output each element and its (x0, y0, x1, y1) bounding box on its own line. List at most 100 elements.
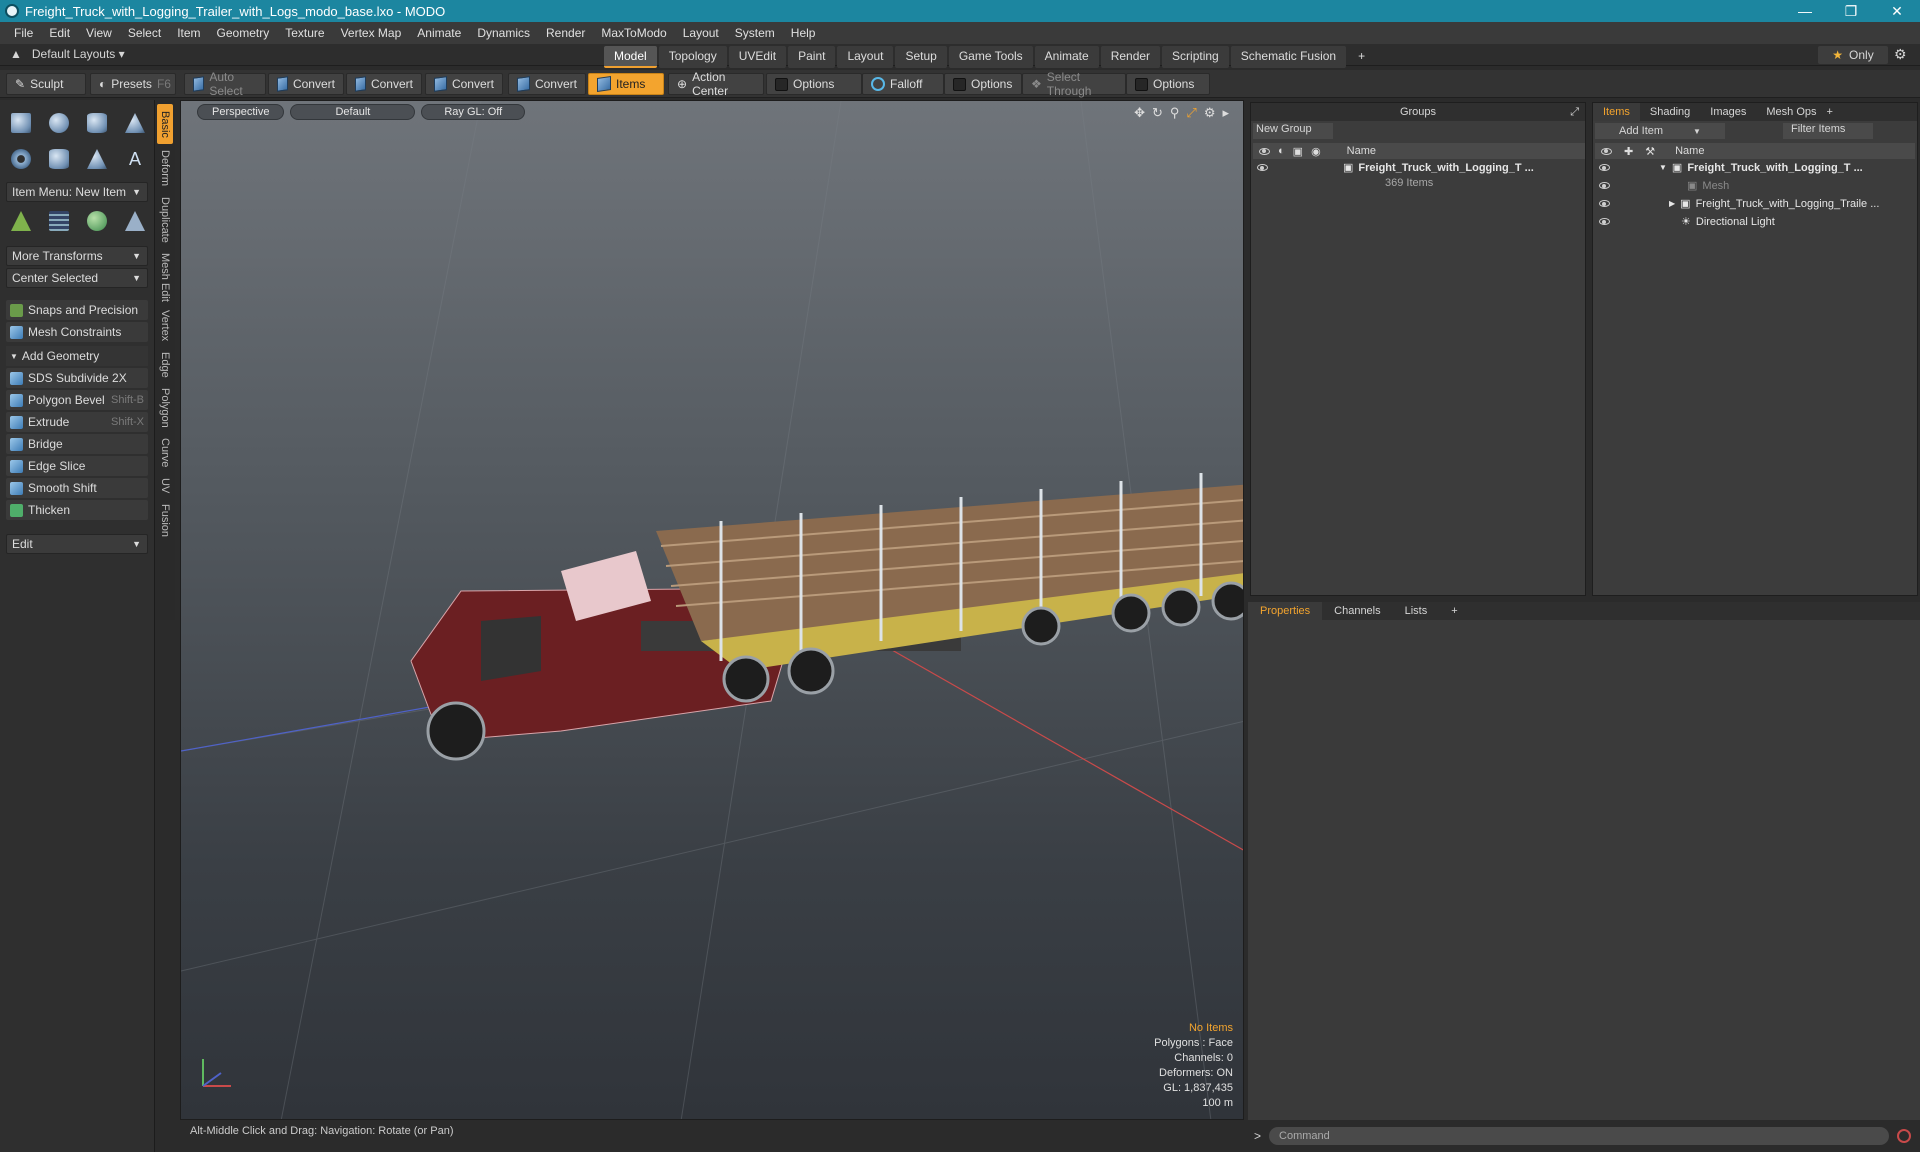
edit-dropdown[interactable]: Edit ▼ (6, 534, 148, 554)
convert-button-2[interactable]: Convert (346, 73, 422, 95)
minimize-button[interactable]: — (1782, 0, 1828, 22)
checkbox[interactable] (775, 77, 788, 91)
menu-item[interactable]: Item (169, 26, 208, 40)
tab-paint[interactable]: Paint (788, 46, 836, 68)
item-row-scene[interactable]: ▼ ▣ Freight_Truck_with_Logging_T ... (1599, 161, 1915, 174)
checkbox[interactable] (953, 77, 966, 91)
menu-layout[interactable]: Layout (675, 26, 727, 40)
fit-icon[interactable]: ⤢ (1186, 105, 1196, 121)
tab-shading[interactable]: Shading (1640, 106, 1700, 118)
convert-button-3[interactable]: Convert (425, 73, 503, 95)
shading-default-button[interactable]: Default (290, 104, 416, 120)
3d-viewport[interactable]: Perspective Default Ray GL: Off ✥ ↻ ⚲ ⤢ … (180, 100, 1244, 1120)
menu-texture[interactable]: Texture (277, 26, 332, 40)
center-selected-dropdown[interactable]: Center Selected ▼ (6, 268, 148, 288)
bridge-button[interactable]: Bridge (6, 434, 148, 454)
text-tool-icon[interactable]: A (120, 144, 150, 174)
falloff-options-button[interactable]: Options (944, 73, 1022, 95)
thicken-button[interactable]: Thicken (6, 500, 148, 520)
restore-button[interactable]: ❐ (1828, 0, 1874, 22)
tab-game-tools[interactable]: Game Tools (948, 46, 1033, 68)
polygon-bevel-button[interactable]: Polygon Bevel Shift-B (6, 390, 148, 410)
tab-fusion[interactable]: Fusion (157, 500, 173, 542)
smooth-shift-button[interactable]: Smooth Shift (6, 478, 148, 498)
sculpt-button[interactable]: ✎ Sculpt (6, 73, 86, 95)
menu-help[interactable]: Help (783, 26, 824, 40)
select-through-button[interactable]: ❖ Select Through (1022, 70, 1126, 98)
tab-properties[interactable]: Properties (1248, 602, 1323, 620)
new-group-button[interactable]: New Group (1253, 123, 1333, 139)
tab-uv[interactable]: UV (157, 474, 173, 498)
record-icon[interactable] (1897, 1129, 1912, 1143)
add-tab-icon[interactable]: + (1348, 46, 1375, 68)
item-row-truck[interactable]: ▶ ▣ Freight_Truck_with_Logging_Traile ..… (1599, 197, 1915, 210)
add-item-button[interactable]: Add Item ▼ (1595, 123, 1725, 139)
tab-deform[interactable]: Deform (157, 146, 173, 190)
tube-primitive-icon[interactable] (44, 144, 74, 174)
tab-layout[interactable]: Layout (837, 46, 894, 68)
menu-render[interactable]: Render (538, 26, 593, 40)
close-button[interactable]: ✕ (1874, 0, 1920, 22)
menu-file[interactable]: File (6, 26, 41, 40)
action-center-options-button[interactable]: Options (766, 73, 862, 95)
filter-items-input[interactable]: Filter Items (1783, 123, 1873, 139)
raygl-button[interactable]: Ray GL: Off (421, 104, 526, 120)
items-mode-button[interactable]: Items (588, 73, 664, 95)
group-row[interactable]: ▣ Freight_Truck_with_Logging_T ... (1257, 161, 1577, 174)
only-button[interactable]: ★ Only (1818, 46, 1888, 64)
default-layouts-dropdown[interactable]: Default Layouts ▾ (32, 47, 125, 61)
item-menu-dropdown[interactable]: Item Menu: New Item ▼ (6, 182, 148, 202)
expand-icon[interactable]: ⤢ (1570, 106, 1579, 119)
menu-dynamics[interactable]: Dynamics (469, 26, 538, 40)
tab-topology[interactable]: Topology (658, 46, 727, 68)
add-tab-icon[interactable]: + (1827, 106, 1833, 118)
tab-setup[interactable]: Setup (895, 46, 947, 68)
item-row-light[interactable]: ☀ Directional Light (1599, 215, 1915, 228)
visibility-icon[interactable] (1599, 182, 1610, 189)
tab-mesh-edit[interactable]: Mesh Edit (157, 250, 173, 304)
tab-render[interactable]: Render (1100, 46, 1161, 68)
tab-curve[interactable]: Curve (157, 434, 173, 472)
tab-polygon[interactable]: Polygon (157, 384, 173, 432)
tab-animate[interactable]: Animate (1034, 46, 1099, 68)
mesh-constraints-button[interactable]: Mesh Constraints (6, 322, 148, 342)
action-center-button[interactable]: ⊕ Action Center (668, 70, 764, 98)
checkbox[interactable] (1135, 77, 1148, 91)
tab-model[interactable]: Model (604, 46, 657, 68)
visibility-icon[interactable] (1257, 164, 1268, 171)
rotate-icon[interactable]: ↻ (1152, 105, 1163, 121)
menu-system[interactable]: System (727, 26, 783, 40)
menu-select[interactable]: Select (120, 26, 169, 40)
menu-edit[interactable]: Edit (41, 26, 78, 40)
tab-mesh-ops[interactable]: Mesh Ops (1756, 106, 1826, 118)
add-tab-icon[interactable]: + (1439, 605, 1469, 617)
visibility-icon[interactable] (1599, 218, 1610, 225)
transform-icon[interactable] (6, 206, 36, 236)
tab-duplicate[interactable]: Duplicate (157, 192, 173, 248)
cone-primitive-icon[interactable] (120, 108, 150, 138)
tab-lists[interactable]: Lists (1393, 605, 1440, 617)
tab-basic[interactable]: Basic (157, 104, 173, 144)
menu-vertex-map[interactable]: Vertex Map (333, 26, 410, 40)
upload-icon[interactable]: ▲ (10, 47, 22, 61)
falloff-button[interactable]: Falloff (862, 73, 944, 95)
cube-primitive-icon[interactable] (6, 108, 36, 138)
tab-schematic-fusion[interactable]: Schematic Fusion (1230, 46, 1347, 68)
sds-subdivide-button[interactable]: SDS Subdivide 2X (6, 368, 148, 388)
tab-scripting[interactable]: Scripting (1162, 46, 1229, 68)
pyramid-icon[interactable] (120, 206, 150, 236)
convert-button-1[interactable]: Convert (268, 73, 344, 95)
add-geometry-header[interactable]: ▼ Add Geometry (6, 346, 148, 366)
edge-slice-button[interactable]: Edge Slice (6, 456, 148, 476)
viewport-gear-icon[interactable]: ⚙ (1204, 105, 1216, 121)
gear-icon[interactable]: ⚙ (1894, 46, 1907, 63)
zoom-icon[interactable]: ⚲ (1170, 105, 1180, 121)
torus-primitive-icon[interactable] (6, 144, 36, 174)
pan-icon[interactable]: ✥ (1134, 105, 1145, 121)
menu-animate[interactable]: Animate (409, 26, 469, 40)
tab-items[interactable]: Items (1593, 103, 1640, 121)
extrude-button[interactable]: Extrude Shift-X (6, 412, 148, 432)
visibility-icon[interactable] (1599, 200, 1610, 207)
expand-arrow-icon[interactable]: ▶ (1669, 199, 1675, 208)
tab-vertex[interactable]: Vertex (157, 306, 173, 346)
